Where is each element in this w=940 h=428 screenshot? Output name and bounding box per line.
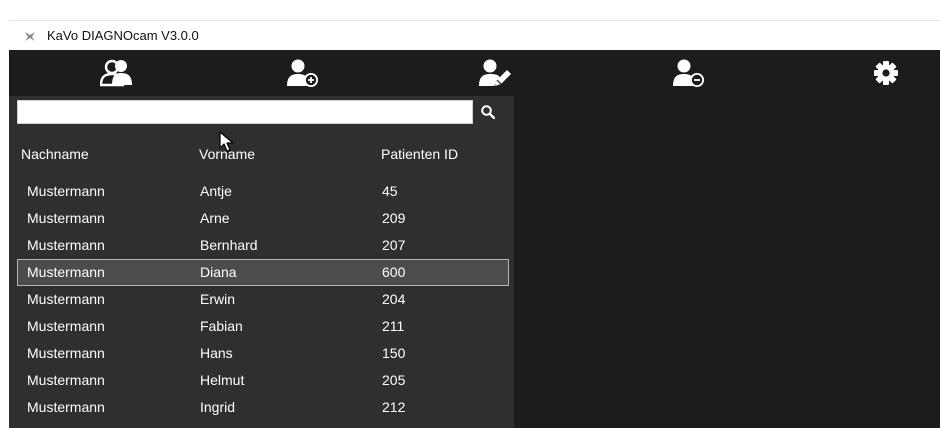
patient-id-cell: 211 bbox=[382, 318, 405, 334]
patient-id-cell: 209 bbox=[382, 210, 406, 226]
patients-button[interactable] bbox=[95, 56, 139, 90]
user-remove-icon bbox=[673, 59, 704, 87]
lastname-cell: Mustermann bbox=[27, 399, 105, 415]
table-row-selected[interactable]: Mustermann Diana 600 bbox=[17, 259, 509, 286]
table-row[interactable]: Mustermann Erwin 204 bbox=[17, 286, 509, 313]
patient-id-cell: 45 bbox=[382, 183, 398, 199]
patient-table: Mustermann Antje 45 Mustermann Arne 209 … bbox=[17, 178, 509, 421]
table-row[interactable]: Mustermann Helmut 205 bbox=[17, 367, 509, 394]
gear-icon bbox=[874, 61, 898, 85]
title-bar[interactable]: KaVo DIAGNOcam V3.0.0 bbox=[9, 20, 940, 51]
firstname-cell: Fabian bbox=[200, 318, 243, 334]
table-row[interactable]: Mustermann Hans 150 bbox=[17, 340, 509, 367]
firstname-cell: Helmut bbox=[200, 372, 245, 388]
lastname-cell: Mustermann bbox=[27, 291, 105, 307]
patients-group-icon bbox=[100, 59, 132, 87]
kavo-app-icon bbox=[25, 32, 35, 41]
column-header-firstname[interactable]: Vorname bbox=[199, 146, 255, 162]
firstname-cell: Arne bbox=[200, 210, 230, 226]
lastname-cell: Mustermann bbox=[27, 210, 105, 226]
table-row[interactable]: Mustermann Antje 45 bbox=[17, 178, 509, 205]
patient-id-cell: 600 bbox=[382, 264, 406, 280]
search-icon bbox=[481, 105, 495, 119]
add-patient-button[interactable] bbox=[281, 56, 325, 90]
settings-button[interactable] bbox=[864, 56, 908, 90]
user-add-icon bbox=[287, 59, 318, 87]
user-edit-icon bbox=[479, 59, 511, 86]
lastname-cell: Mustermann bbox=[27, 183, 105, 199]
search-input[interactable] bbox=[17, 100, 473, 124]
table-row[interactable]: Mustermann Ingrid 212 bbox=[17, 394, 509, 421]
search-button[interactable] bbox=[477, 100, 499, 124]
column-header-lastname[interactable]: Nachname bbox=[21, 146, 89, 162]
firstname-cell: Erwin bbox=[200, 291, 236, 307]
delete-patient-button[interactable] bbox=[667, 56, 711, 90]
detail-panel bbox=[514, 96, 940, 428]
firstname-cell: Bernhard bbox=[200, 237, 258, 253]
firstname-cell: Diana bbox=[200, 264, 237, 280]
firstname-cell: Ingrid bbox=[200, 399, 236, 415]
lastname-cell: Mustermann bbox=[27, 318, 105, 334]
patient-id-cell: 205 bbox=[382, 372, 406, 388]
table-row[interactable]: Mustermann Bernhard 207 bbox=[17, 232, 509, 259]
app-window: KaVo DIAGNOcam V3.0.0 Nachname Vorname P… bbox=[0, 0, 940, 428]
patient-id-cell: 212 bbox=[382, 399, 406, 415]
edit-patient-button[interactable] bbox=[473, 56, 517, 90]
firstname-cell: Antje bbox=[200, 183, 232, 199]
lastname-cell: Mustermann bbox=[27, 372, 105, 388]
lastname-cell: Mustermann bbox=[27, 264, 105, 280]
patient-id-cell: 207 bbox=[382, 237, 406, 253]
window-title: KaVo DIAGNOcam V3.0.0 bbox=[47, 28, 199, 43]
patient-list-panel: Nachname Vorname Patienten ID Mustermann… bbox=[9, 96, 514, 428]
table-row[interactable]: Mustermann Fabian 211 bbox=[17, 313, 509, 340]
lastname-cell: Mustermann bbox=[27, 345, 105, 361]
column-header-patient-id[interactable]: Patienten ID bbox=[381, 146, 458, 162]
toolbar bbox=[9, 50, 940, 96]
table-row[interactable]: Mustermann Arne 209 bbox=[17, 205, 509, 232]
lastname-cell: Mustermann bbox=[27, 237, 105, 253]
patient-id-cell: 204 bbox=[382, 291, 406, 307]
patient-id-cell: 150 bbox=[382, 345, 406, 361]
firstname-cell: Hans bbox=[200, 345, 233, 361]
